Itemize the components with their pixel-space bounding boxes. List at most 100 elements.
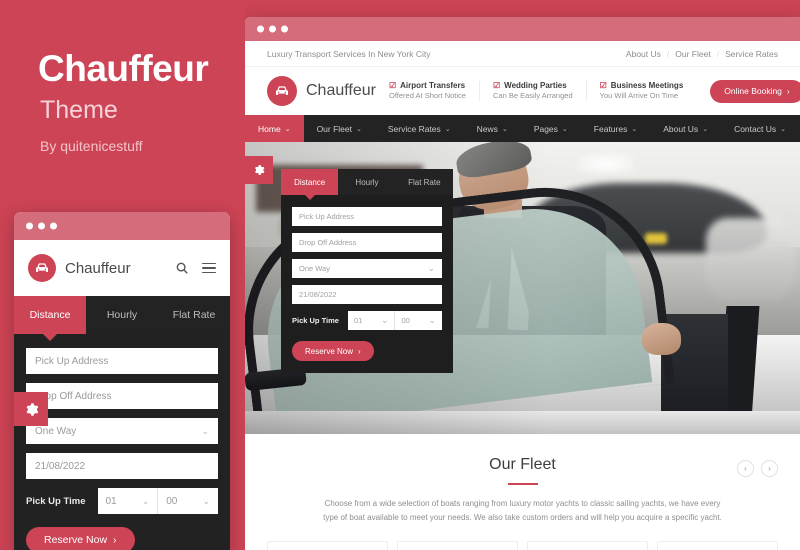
chevron-down-icon: ⌄ bbox=[356, 125, 362, 133]
check-box-icon: ☑ bbox=[492, 80, 501, 90]
pickup-hour-select[interactable]: 01 ⌄ bbox=[97, 488, 158, 514]
search-icon[interactable] bbox=[175, 261, 189, 275]
nav-label: Our Fleet bbox=[316, 123, 352, 134]
trip-type-select[interactable]: One Way ⌄ bbox=[26, 418, 218, 444]
feature-title: Business Meetings bbox=[610, 80, 684, 90]
nav-item-our-fleet[interactable]: Our Fleet ⌄ bbox=[304, 115, 375, 142]
header-feature-item: ☑ Wedding Parties Can Be Easily Arranged bbox=[478, 80, 586, 102]
window-dot-close[interactable] bbox=[26, 222, 33, 230]
hero-section: Distance Hourly Flat Rate Pick Up Addres… bbox=[245, 142, 800, 434]
desktop-booking-widget: Distance Hourly Flat Rate Pick Up Addres… bbox=[281, 169, 453, 373]
chevron-down-icon: ⌄ bbox=[780, 125, 786, 133]
pickup-minute-select[interactable]: 00 ⌄ bbox=[394, 311, 442, 330]
tab-hourly[interactable]: Hourly bbox=[86, 296, 158, 334]
chevron-down-icon: ⌄ bbox=[284, 125, 291, 133]
chevron-down-icon: ⌄ bbox=[141, 495, 150, 506]
mobile-header: Chauffeur bbox=[14, 240, 230, 296]
car-icon[interactable] bbox=[28, 254, 56, 282]
our-fleet-section: Our Fleet Choose from a wide selection o… bbox=[245, 434, 800, 550]
reserve-now-label: Reserve Now bbox=[305, 346, 354, 356]
window-dot-close[interactable] bbox=[257, 25, 264, 33]
tab-distance[interactable]: Distance bbox=[14, 296, 86, 334]
topbar-link-our-fleet[interactable]: Our Fleet bbox=[675, 49, 710, 59]
booking-form: Pick Up Address Drop Off Address One Way… bbox=[281, 195, 453, 373]
feature-subtitle: Can Be Easily Arranged bbox=[492, 91, 573, 101]
nav-item-pages[interactable]: Pages ⌄ bbox=[521, 115, 581, 142]
mobile-logo-text[interactable]: Chauffeur bbox=[65, 260, 131, 277]
chevron-down-icon: ⌄ bbox=[380, 315, 389, 325]
online-booking-button[interactable]: Online Booking › bbox=[710, 79, 800, 103]
nav-item-service-rates[interactable]: Service Rates ⌄ bbox=[375, 115, 464, 142]
pickup-address-input[interactable]: Pick Up Address bbox=[26, 348, 218, 374]
pickup-minute-value: 00 bbox=[166, 495, 178, 507]
promo-title: Chauffeur bbox=[38, 48, 209, 89]
carousel-prev-button[interactable]: ‹ bbox=[737, 460, 754, 477]
carousel-next-button[interactable]: › bbox=[761, 460, 778, 477]
chevron-right-icon: › bbox=[358, 346, 361, 356]
chevron-down-icon: ⌄ bbox=[428, 315, 436, 325]
date-input[interactable]: 21/08/2022 bbox=[26, 453, 218, 479]
nav-label: Contact Us bbox=[734, 123, 777, 134]
feature-title-row: ☑ Airport Transfers bbox=[389, 81, 466, 92]
pickup-hour-value: 01 bbox=[353, 316, 363, 325]
nav-label: Home bbox=[258, 123, 281, 134]
chevron-right-icon: › bbox=[786, 86, 790, 96]
pickup-time-label: Pick Up Time bbox=[26, 495, 86, 507]
reserve-now-button[interactable]: Reserve Now › bbox=[26, 527, 135, 550]
fleet-card-list bbox=[267, 541, 778, 550]
fleet-card[interactable] bbox=[267, 541, 388, 550]
pickup-hour-select[interactable]: 01 ⌄ bbox=[347, 311, 395, 330]
fleet-card[interactable] bbox=[397, 541, 518, 550]
gear-icon[interactable] bbox=[14, 392, 48, 426]
fleet-card[interactable] bbox=[657, 541, 778, 550]
promo-author: By quitenicestuff bbox=[40, 138, 143, 154]
tab-distance[interactable]: Distance bbox=[281, 169, 339, 195]
topbar-links: About Us / Our Fleet / Service Rates bbox=[626, 49, 778, 59]
chevron-down-icon: ⌄ bbox=[427, 263, 435, 273]
window-dot-minimize[interactable] bbox=[269, 25, 276, 33]
promo-subtitle: Theme bbox=[40, 96, 118, 124]
chevron-down-icon: ⌄ bbox=[501, 125, 508, 133]
window-dot-maximize[interactable] bbox=[281, 25, 288, 33]
tab-hourly[interactable]: Hourly bbox=[338, 169, 395, 195]
hamburger-menu-icon[interactable] bbox=[202, 262, 216, 274]
title-underline bbox=[507, 483, 538, 485]
window-dot-maximize[interactable] bbox=[50, 222, 57, 230]
trip-type-select[interactable]: One Way ⌄ bbox=[292, 259, 442, 278]
nav-item-contact-us[interactable]: Contact Us ⌄ bbox=[721, 115, 799, 142]
window-controls[interactable] bbox=[257, 25, 288, 33]
pickup-minute-value: 00 bbox=[401, 316, 410, 325]
topbar-link-service-rates[interactable]: Service Rates bbox=[725, 49, 778, 59]
header-feature-item: ☑ Business Meetings You Will Arrive On T… bbox=[585, 80, 697, 102]
trip-type-value: One Way bbox=[299, 264, 330, 273]
date-input[interactable]: 21/08/2022 bbox=[292, 285, 442, 304]
reserve-now-label: Reserve Now bbox=[44, 534, 108, 546]
site-logo-text[interactable]: Chauffeur bbox=[306, 82, 376, 100]
topbar-link-about-us[interactable]: About Us bbox=[626, 49, 661, 59]
reserve-now-button[interactable]: Reserve Now › bbox=[292, 341, 374, 361]
nav-label: About Us bbox=[663, 123, 699, 134]
screenshot-stage: Chauffeur Theme By quitenicestuff Luxury… bbox=[0, 0, 800, 550]
dropoff-address-input[interactable]: Drop Off Address bbox=[26, 383, 218, 409]
nav-label: Service Rates bbox=[387, 123, 441, 134]
fleet-card[interactable] bbox=[527, 541, 648, 550]
nav-item-home[interactable]: Home ⌄ bbox=[245, 115, 304, 142]
nav-label: Pages bbox=[533, 123, 558, 134]
mobile-window-controls[interactable] bbox=[26, 222, 57, 230]
dropoff-address-input[interactable]: Drop Off Address bbox=[292, 233, 442, 252]
window-dot-minimize[interactable] bbox=[38, 222, 45, 230]
nav-item-news[interactable]: News ⌄ bbox=[464, 115, 521, 142]
gear-icon[interactable] bbox=[245, 156, 273, 184]
car-icon[interactable] bbox=[267, 76, 297, 106]
tab-flat-rate[interactable]: Flat Rate bbox=[396, 169, 453, 195]
nav-item-features[interactable]: Features ⌄ bbox=[581, 115, 650, 142]
tab-flat-rate[interactable]: Flat Rate bbox=[158, 296, 230, 334]
nav-item-about-us[interactable]: About Us ⌄ bbox=[650, 115, 721, 142]
chevron-down-icon: ⌄ bbox=[444, 125, 451, 133]
chevron-down-icon: ⌄ bbox=[702, 125, 709, 133]
check-box-icon: ☑ bbox=[388, 80, 397, 90]
feature-title-row: ☑ Business Meetings bbox=[600, 81, 684, 92]
pickup-minute-select[interactable]: 00 ⌄ bbox=[157, 488, 218, 514]
pickup-address-input[interactable]: Pick Up Address bbox=[292, 207, 442, 226]
chevron-down-icon: ⌄ bbox=[202, 495, 210, 506]
